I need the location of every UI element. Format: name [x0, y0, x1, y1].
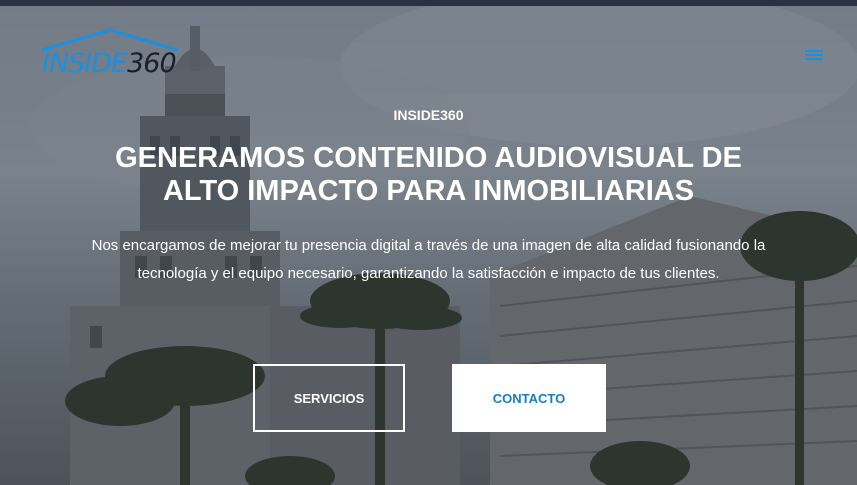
hamburger-menu-icon[interactable]: [805, 48, 825, 64]
logo-wordmark: INSIDE360: [42, 48, 177, 79]
hero-headline: GENERAMOS CONTENIDO AUDIOVISUAL DE ALTO …: [115, 142, 742, 207]
servicios-button[interactable]: SERVICIOS: [253, 364, 405, 432]
hero-description: Nos encargamos de mejorar tu presencia d…: [91, 237, 766, 282]
menu-bar: [805, 58, 823, 60]
logo-text-inside: INSIDE: [42, 48, 128, 79]
inside360-logo[interactable]: INSIDE360: [40, 26, 180, 82]
contacto-button[interactable]: CONTACTO: [452, 364, 606, 432]
menu-bar: [805, 50, 823, 52]
menu-bar: [805, 54, 823, 56]
site-header: INSIDE360: [0, 6, 857, 94]
logo-text-360: 360: [127, 48, 177, 79]
hero-eyebrow: INSIDE360: [393, 107, 464, 123]
